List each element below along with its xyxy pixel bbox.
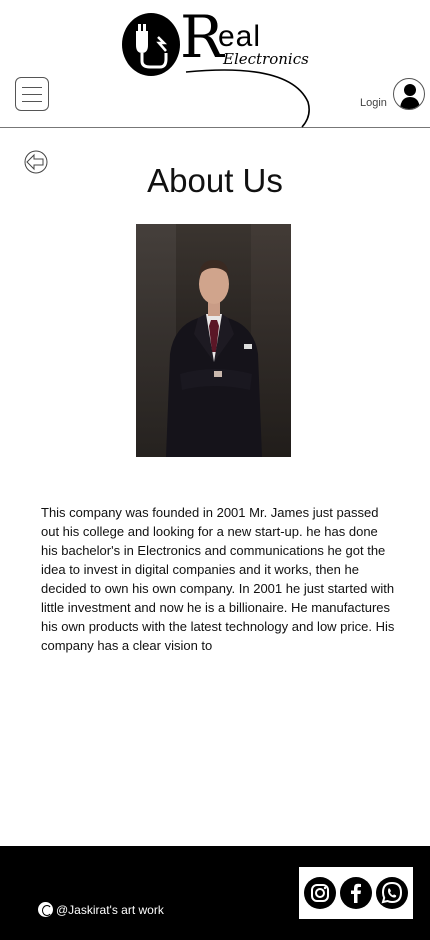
- about-paragraph: This company was founded in 2001 Mr. Jam…: [41, 505, 395, 653]
- founder-photo: [136, 224, 291, 457]
- copyright: @Jaskirat's art work: [38, 902, 164, 917]
- instagram-icon[interactable]: [304, 877, 336, 909]
- footer: @Jaskirat's art work: [0, 846, 430, 940]
- menu-line: [22, 94, 42, 95]
- facebook-icon[interactable]: [340, 877, 372, 909]
- login-link[interactable]: Login: [360, 97, 387, 109]
- logo-word: eal: [218, 20, 262, 53]
- logo-subtitle: Electronics: [223, 50, 309, 68]
- brand-logo[interactable]: R eal Electronics: [120, 8, 320, 128]
- menu-line: [22, 101, 42, 102]
- social-links: [299, 867, 413, 919]
- copyright-text: @Jaskirat's art work: [56, 902, 164, 917]
- hamburger-menu-button[interactable]: [15, 77, 49, 111]
- page-title: About Us: [147, 162, 283, 199]
- user-avatar-icon[interactable]: [393, 78, 425, 110]
- menu-line: [22, 87, 42, 88]
- whatsapp-icon[interactable]: [376, 877, 408, 909]
- copyright-icon: [38, 902, 53, 917]
- header: R eal Electronics Login: [0, 0, 430, 128]
